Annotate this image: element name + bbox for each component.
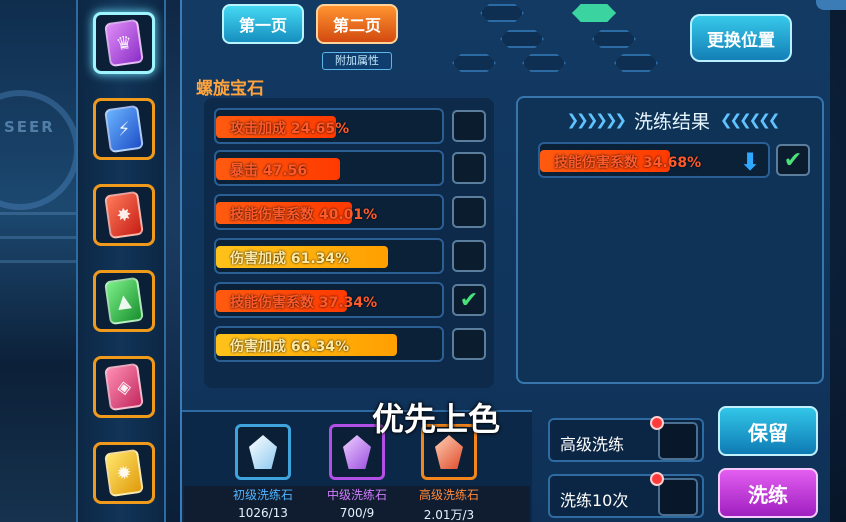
video-caption: 优先上色 <box>372 400 501 438</box>
corner-decoration <box>816 0 846 10</box>
attribute-row[interactable]: 伤害加成 66.34% <box>214 326 494 362</box>
stone-count: 1026/13 <box>238 506 288 520</box>
gem-slot-5[interactable]: ◈ <box>93 356 155 418</box>
hex-decoration-lit <box>572 4 616 22</box>
tab-page-1[interactable]: 第一页 <box>222 4 304 44</box>
attribute-row[interactable]: 攻击加成 24.65% <box>214 108 494 144</box>
keep-button[interactable]: 保留 <box>718 406 818 456</box>
attribute-lock-checkbox[interactable] <box>452 110 486 142</box>
notification-dot <box>650 416 664 430</box>
attribute-bar: 暴击 47.56 <box>214 150 444 186</box>
background-ring <box>0 90 80 210</box>
gem-selector-column: ♛ ⚡ ✸ ▲ ◈ ✹ <box>76 0 166 522</box>
yellow-gem-icon: ✹ <box>104 448 144 498</box>
hex-decoration <box>592 30 636 48</box>
advanced-refine-option[interactable]: 高级洗练 <box>548 416 704 462</box>
hex-decoration <box>452 54 496 72</box>
gem-slot-6[interactable]: ✹ <box>93 442 155 504</box>
refine-ten-checkbox[interactable] <box>658 478 698 516</box>
background-stripe <box>0 236 80 239</box>
attribute-bar: 伤害加成 61.34% <box>214 238 444 274</box>
attribute-text: 技能伤害系数 40.01% <box>230 207 378 223</box>
result-arrows-right: ❮❮❮❮❮❮ <box>720 111 780 129</box>
attribute-lock-checkbox[interactable] <box>452 328 486 360</box>
hex-decoration <box>614 54 658 72</box>
result-header: ❯❯❯❯❯❯ 洗练结果 ❮❮❮❮❮❮ <box>524 106 820 134</box>
option-label: 洗练10次 <box>560 491 629 510</box>
background-stripe <box>0 260 80 263</box>
option-label: 高级洗练 <box>560 435 625 454</box>
purple-gem-icon: ♛ <box>104 18 144 68</box>
attribute-lock-checkbox[interactable] <box>452 196 486 228</box>
attribute-row[interactable]: 技能伤害系数 37.34% ✔ <box>214 282 494 318</box>
stone-count: 2.01万/3 <box>423 508 475 522</box>
attribute-text: 攻击加成 24.65% <box>230 121 350 137</box>
tab-page-2[interactable]: 第二页 <box>316 4 398 44</box>
attribute-text: 技能伤害系数 37.34% <box>230 295 378 311</box>
stone-label: 初级洗练石 <box>232 488 293 502</box>
gem-slot-1[interactable]: ♛ <box>93 12 155 74</box>
attribute-row[interactable]: 伤害加成 61.34% <box>214 238 494 274</box>
attribute-list[interactable]: 攻击加成 24.65% 暴击 47.56 技能伤害系数 40.01% 伤害加成 … <box>204 98 494 388</box>
hex-decoration <box>500 30 544 48</box>
gem-title: 螺旋宝石 <box>196 79 264 99</box>
stone-count: 700/9 <box>339 506 375 520</box>
attribute-row[interactable]: 暴击 47.56 <box>214 150 494 186</box>
attribute-bar: 技能伤害系数 40.01% <box>214 194 444 230</box>
attribute-text: 伤害加成 61.34% <box>230 251 350 267</box>
advanced-refine-checkbox[interactable] <box>658 422 698 460</box>
attribute-bar: 技能伤害系数 37.34% <box>214 282 444 318</box>
hex-decoration <box>480 4 524 22</box>
basic-stone-icon <box>235 424 291 480</box>
red-gem-icon: ✸ <box>104 190 144 240</box>
refine-panel: 第一页 第二页 附加属性 螺旋宝石 更换位置 攻击加成 24.65% 暴击 47… <box>180 0 830 522</box>
result-bar: 技能伤害系数 34.68% ⬇ <box>538 142 770 178</box>
result-checkbox[interactable]: ✔ <box>776 144 810 176</box>
attribute-row[interactable]: 技能伤害系数 40.01% <box>214 194 494 230</box>
attribute-lock-checkbox[interactable] <box>452 240 486 272</box>
tab-page-2-subtitle: 附加属性 <box>322 52 392 70</box>
checkmark-icon: ✔ <box>459 287 479 313</box>
blue-gem-icon: ⚡ <box>104 104 144 154</box>
stone-label: 中级洗练石 <box>326 488 387 502</box>
refine-button[interactable]: 洗练 <box>718 468 818 518</box>
result-text: 技能伤害系数 34.68% <box>554 155 702 171</box>
notification-dot <box>650 472 664 486</box>
gem-slot-4[interactable]: ▲ <box>93 270 155 332</box>
stone-basic[interactable]: 初级洗练石 1026/13 <box>218 424 308 520</box>
swap-position-button[interactable]: 更换位置 <box>690 14 792 62</box>
attribute-bar: 攻击加成 24.65% <box>214 108 444 144</box>
arrow-down-icon: ⬇ <box>740 148 761 176</box>
gem-slot-2[interactable]: ⚡ <box>93 98 155 160</box>
refine-result-panel: ❯❯❯❯❯❯ 洗练结果 ❮❮❮❮❮❮ 技能伤害系数 34.68% ⬇ ✔ <box>516 96 824 384</box>
background-stripe <box>0 212 80 215</box>
background-scene: SEER <box>0 0 80 522</box>
attribute-text: 暴击 47.56 <box>230 163 308 179</box>
pink-gem-icon: ◈ <box>104 362 144 412</box>
hex-decoration <box>522 54 566 72</box>
attribute-text: 伤害加成 66.34% <box>230 339 350 355</box>
attribute-lock-checkbox[interactable]: ✔ <box>452 284 486 316</box>
result-arrows-left: ❯❯❯❯❯❯ <box>566 111 627 129</box>
result-title: 洗练结果 <box>633 110 710 133</box>
checkmark-icon: ✔ <box>783 147 803 173</box>
attribute-lock-checkbox[interactable] <box>452 152 486 184</box>
green-gem-icon: ▲ <box>104 276 144 326</box>
background-logo-text: SEER <box>4 118 55 136</box>
result-row[interactable]: 技能伤害系数 34.68% ⬇ ✔ <box>538 142 816 178</box>
gem-slot-3[interactable]: ✸ <box>93 184 155 246</box>
refine-ten-option[interactable]: 洗练10次 <box>548 472 704 518</box>
stone-label: 高级洗练石 <box>418 488 479 502</box>
attribute-bar: 伤害加成 66.34% <box>214 326 444 362</box>
